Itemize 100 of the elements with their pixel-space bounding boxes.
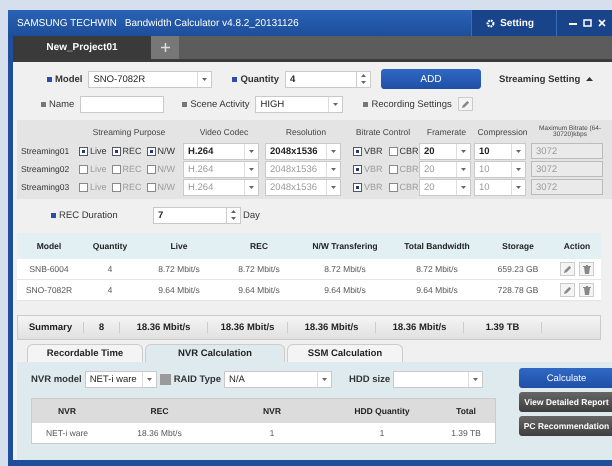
column-header: Resolution xyxy=(284,127,328,137)
action-button[interactable]: PC Recommendation xyxy=(519,416,612,436)
summary-cell: 1.39 TB xyxy=(464,322,542,333)
up-arrow-icon[interactable] xyxy=(360,74,366,77)
unit-label: Day xyxy=(243,210,260,220)
resolution-dropdown[interactable]: 2048x1536 xyxy=(265,142,341,160)
trash-icon xyxy=(582,264,590,274)
window-title: Bandwidth Calculator v4.8.2_20131126 xyxy=(124,18,299,28)
scene-activity-label: Scene Activity xyxy=(182,98,250,110)
up-arrow-icon[interactable] xyxy=(231,210,236,213)
settings-button[interactable]: Setting xyxy=(471,10,556,36)
caret-icon xyxy=(516,168,521,170)
nvr-model-dropdown[interactable]: NET-i ware xyxy=(84,370,157,388)
quantity-field[interactable]: 4 xyxy=(284,70,371,88)
action-button[interactable]: View Detailed Report xyxy=(519,392,612,412)
recording-settings-label: Recording Settings xyxy=(363,98,452,110)
add-button[interactable]: ADD xyxy=(380,69,481,89)
table-cell-text: 4 xyxy=(106,285,114,295)
checkbox[interactable]: VBR xyxy=(353,146,383,156)
caret-icon xyxy=(249,168,254,170)
caret-icon xyxy=(331,150,336,152)
summary-cell: 8 xyxy=(84,322,120,333)
table-cell-text: SNO-7082R xyxy=(24,285,74,295)
stream-name: Streaming02 xyxy=(20,164,70,174)
column-header: Live xyxy=(169,241,188,251)
summary-cell: 18.36 Mbit/s xyxy=(376,322,464,333)
column-header: REC xyxy=(150,406,170,416)
down-arrow-icon[interactable] xyxy=(360,81,366,84)
checkbox[interactable]: CBR xyxy=(388,146,419,156)
stream-name: Streaming03 xyxy=(20,182,70,192)
table-cell-text: 8.72 Mbit/s xyxy=(323,264,367,274)
checkbox[interactable]: Live xyxy=(79,146,107,156)
name-field[interactable] xyxy=(80,96,164,112)
table-cell-text: 9.64 Mbit/s xyxy=(237,285,281,295)
model-label: Model xyxy=(47,74,82,84)
caret-icon xyxy=(146,378,152,380)
caret-icon xyxy=(331,168,336,170)
nvr-model-label: NVR model xyxy=(31,374,82,384)
table-cell-text: 1 xyxy=(268,428,276,438)
codec-dropdown[interactable]: H.264 xyxy=(183,142,259,160)
column-header: Action xyxy=(562,241,592,251)
calculation-tab[interactable]: SSM Calculation xyxy=(287,344,403,362)
table-cell-text: 4 xyxy=(106,264,114,274)
delete-button[interactable] xyxy=(579,262,594,276)
pencil-icon xyxy=(563,264,572,274)
framerate-dropdown[interactable]: 20 xyxy=(419,142,471,160)
down-arrow-icon[interactable] xyxy=(231,217,236,220)
raid-type-dropdown[interactable]: N/A xyxy=(224,370,332,388)
edit-button[interactable] xyxy=(560,262,575,276)
column-header: Quantity xyxy=(92,241,128,251)
pencil-icon xyxy=(460,100,470,108)
caret-icon xyxy=(516,186,521,188)
calculation-tab[interactable]: Recordable Time xyxy=(27,344,143,362)
checkbox[interactable]: N/W xyxy=(146,146,176,156)
name-label: Name xyxy=(41,98,74,110)
column-header: HDD Quantity xyxy=(353,406,411,416)
close-icon[interactable] xyxy=(598,19,606,27)
column-header: Model xyxy=(36,241,62,251)
rec-duration-field[interactable]: 7 xyxy=(153,206,241,224)
column-header: N/W Transfering xyxy=(311,241,379,251)
table-cell-text: 1 xyxy=(378,428,386,438)
column-header: Compression xyxy=(476,127,529,137)
table-cell-text: 18.36 Mbt/s xyxy=(136,428,183,438)
compression-dropdown[interactable]: 10 xyxy=(474,142,526,160)
action-button[interactable]: Calculate xyxy=(519,368,612,388)
streaming-setting-toggle[interactable]: Streaming Setting xyxy=(498,74,594,84)
column-header: Streaming Purpose xyxy=(92,127,166,137)
hdd-size-label: HDD size xyxy=(349,374,390,384)
add-tab-button[interactable] xyxy=(151,36,179,59)
caret-icon xyxy=(473,378,478,380)
checkbox[interactable]: REC xyxy=(112,146,142,156)
table-cell-text: 1.39 TB xyxy=(450,428,482,438)
caret-icon xyxy=(461,186,466,188)
brand-name: SAMSUNG TECHWIN xyxy=(17,18,117,28)
model-dropdown[interactable]: SNO-7082R xyxy=(88,70,212,88)
delete-button[interactable] xyxy=(579,283,594,297)
column-header: Total Bandwidth xyxy=(403,241,471,251)
project-tab[interactable]: New_Project01 xyxy=(13,36,151,59)
edit-button[interactable] xyxy=(458,97,473,111)
caret-icon xyxy=(322,378,328,380)
scene-activity-dropdown[interactable]: HIGH xyxy=(255,96,344,112)
caret-icon xyxy=(461,150,466,152)
column-header: Video Codec xyxy=(198,127,250,137)
calculation-tab[interactable]: NVR Calculation xyxy=(145,344,285,362)
caret-icon xyxy=(516,150,521,152)
table-cell-text: SNB-6004 xyxy=(28,264,70,274)
edit-button[interactable] xyxy=(560,283,575,297)
column-header: REC xyxy=(249,241,269,251)
gear-icon xyxy=(486,18,496,28)
maximize-icon[interactable] xyxy=(583,19,592,27)
table-cell-text: 728.78 GB xyxy=(496,285,540,295)
column-header: Bitrate Control xyxy=(354,127,412,137)
plus-icon xyxy=(160,43,170,52)
caret-icon xyxy=(249,186,254,188)
table-cell-text: NET-i ware xyxy=(44,428,90,438)
table-cell-text: 9.64 Mbit/s xyxy=(415,285,459,295)
table-cell-text: 8.72 Mbit/s xyxy=(415,264,459,274)
column-header: Framerate xyxy=(426,127,468,137)
stream-name: Streaming01 xyxy=(20,146,70,156)
column-header: NVR xyxy=(57,406,77,416)
